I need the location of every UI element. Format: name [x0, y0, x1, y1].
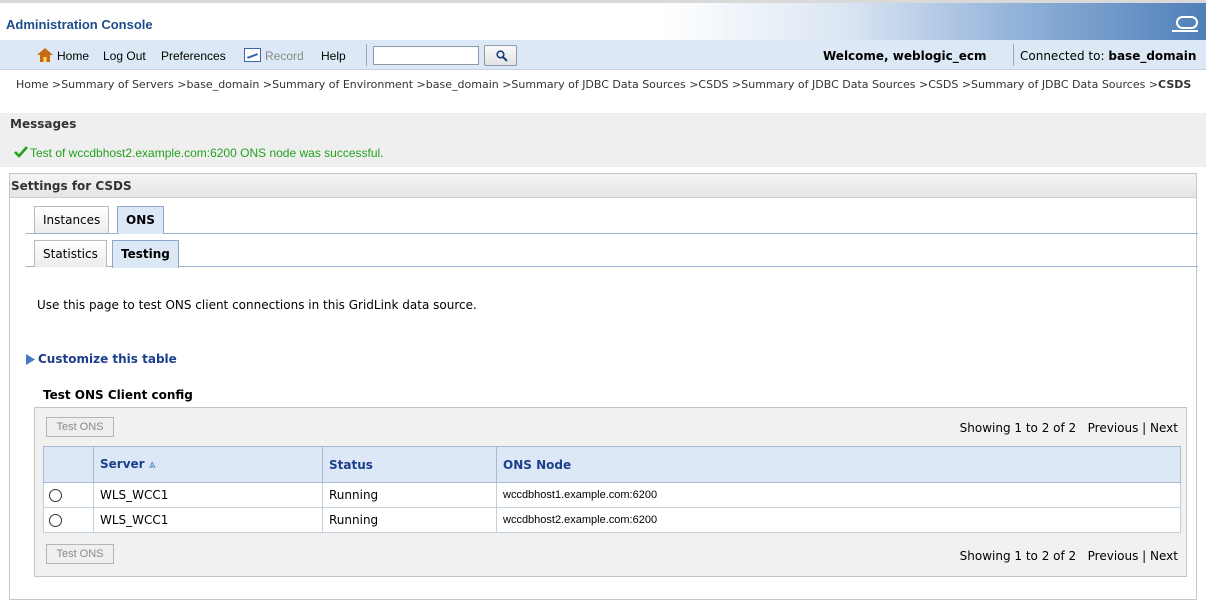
settings-title: Settings for CSDS — [11, 179, 132, 193]
ons-table: Server ⩓ Status ONS Node WLS_WCC1 Runnin… — [43, 446, 1181, 533]
column-header-server[interactable]: Server ⩓ — [93, 446, 323, 483]
intro-text: Use this page to test ONS client connect… — [37, 298, 477, 312]
tab-statistics[interactable]: Statistics — [34, 240, 107, 267]
preferences-link[interactable]: Preferences — [161, 49, 226, 63]
test-ons-button-bottom[interactable]: Test ONS — [46, 544, 114, 564]
table-row: WLS_WCC1 Running wccdbhost1.example.com:… — [43, 482, 1181, 508]
pagination-top: Showing 1 to 2 of 2 Previous | Next — [959, 421, 1178, 435]
status-cell: Running — [322, 507, 497, 533]
next-link[interactable]: Next — [1150, 421, 1178, 435]
connected-domain: base_domain — [1108, 49, 1197, 63]
ons-node-cell: wccdbhost2.example.com:6200 — [496, 507, 1181, 533]
settings-header: Settings for CSDS — [10, 174, 1196, 198]
ons-node-cell: wccdbhost1.example.com:6200 — [496, 482, 1181, 508]
table-title: Test ONS Client config — [43, 388, 193, 402]
previous-link[interactable]: Previous — [1088, 549, 1139, 563]
breadcrumb-path[interactable]: Home >Summary of Servers >base_domain >S… — [16, 78, 1158, 91]
search-button[interactable] — [484, 45, 517, 66]
status-cell: Running — [322, 482, 497, 508]
column-header-ons-node[interactable]: ONS Node — [496, 446, 1181, 483]
check-icon — [14, 146, 28, 158]
breadcrumb: Home >Summary of Servers >base_domain >S… — [16, 78, 1196, 92]
showing-count: Showing 1 to 2 of 2 — [959, 549, 1077, 563]
tab-ons[interactable]: ONS — [117, 206, 164, 234]
messages-area: Messages Test of wccdbhost2.example.com:… — [0, 113, 1206, 167]
record-icon — [244, 48, 261, 62]
next-link[interactable]: Next — [1150, 549, 1178, 563]
server-cell: WLS_WCC1 — [93, 482, 323, 508]
breadcrumb-current: CSDS — [1158, 78, 1192, 91]
header-bar: Administration Console — [0, 0, 1206, 40]
home-icon[interactable] — [37, 48, 53, 62]
expand-triangle-icon[interactable] — [25, 354, 35, 365]
logout-link[interactable]: Log Out — [103, 49, 146, 63]
showing-count: Showing 1 to 2 of 2 — [959, 421, 1077, 435]
sub-tabs: Statistics Testing — [26, 240, 1198, 268]
success-message: Test of wccdbhost2.example.com:6200 ONS … — [30, 146, 384, 160]
main-tabs: Instances ONS — [26, 206, 1198, 234]
tab-testing[interactable]: Testing — [112, 240, 179, 268]
oracle-logo-icon — [1172, 16, 1198, 32]
connected-label: Connected to: — [1020, 49, 1105, 63]
table-container: Test ONS Showing 1 to 2 of 2 Previous | … — [34, 407, 1187, 577]
tab-instances[interactable]: Instances — [34, 206, 110, 233]
table-row: WLS_WCC1 Running wccdbhost2.example.com:… — [43, 507, 1181, 533]
toolbar-divider — [1013, 44, 1014, 66]
previous-link[interactable]: Previous — [1088, 421, 1139, 435]
sort-ascending-icon: ⩓ — [148, 457, 156, 471]
select-column-header — [43, 446, 94, 483]
connected-info: Connected to: base_domain — [1020, 49, 1196, 63]
toolbar: Home Log Out Preferences Record Help Wel… — [0, 40, 1206, 70]
column-header-status[interactable]: Status — [322, 446, 497, 483]
record-link[interactable]: Record — [265, 49, 304, 63]
test-ons-button[interactable]: Test ONS — [46, 417, 114, 437]
help-link[interactable]: Help — [321, 49, 346, 63]
table-header-row: Server ⩓ Status ONS Node — [43, 446, 1181, 483]
row-select-radio[interactable] — [49, 514, 62, 527]
app-title: Administration Console — [6, 17, 153, 32]
server-cell: WLS_WCC1 — [93, 507, 323, 533]
messages-title: Messages — [10, 117, 77, 131]
search-icon — [496, 50, 508, 62]
toolbar-divider — [366, 44, 367, 66]
row-select-radio[interactable] — [49, 489, 62, 502]
customize-table-link[interactable]: Customize this table — [38, 352, 177, 366]
welcome-text: Welcome, weblogic_ecm — [823, 49, 987, 63]
search-input[interactable] — [373, 46, 479, 65]
pagination-bottom: Showing 1 to 2 of 2 Previous | Next — [959, 549, 1178, 563]
home-link[interactable]: Home — [57, 49, 89, 63]
